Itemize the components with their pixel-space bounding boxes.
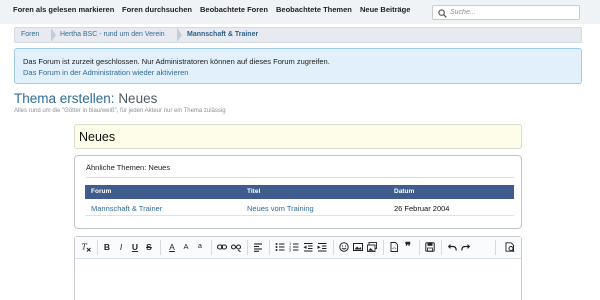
- bullet-list-icon[interactable]: [273, 240, 287, 254]
- row-date: 26 Februar 2004: [394, 204, 450, 213]
- page-title-label: Thema erstellen:: [14, 91, 115, 106]
- toggle-bbcode-icon[interactable]: [503, 240, 517, 254]
- page-title: Thema erstellen: Neues: [14, 91, 157, 106]
- font-size-button[interactable]: A: [179, 240, 193, 254]
- italic-button[interactable]: I: [114, 240, 128, 254]
- svg-text:T: T: [82, 243, 88, 252]
- toolbar-separator: [211, 240, 212, 255]
- watched-threads-link[interactable]: Beobachtete Themen: [276, 5, 352, 14]
- code-icon[interactable]: <>: [387, 240, 401, 254]
- page-title-forum: Neues: [118, 91, 158, 106]
- underline-button[interactable]: U: [128, 240, 142, 254]
- thread-title-input[interactable]: [74, 124, 522, 149]
- image-icon[interactable]: [351, 240, 365, 254]
- toolbar-separator: [247, 240, 248, 255]
- svg-text:<>: <>: [392, 246, 397, 251]
- search-icon: [438, 9, 447, 18]
- quote-button[interactable]: ❞: [401, 240, 415, 254]
- indent-icon[interactable]: [315, 240, 329, 254]
- clear-formatting-icon[interactable]: T: [79, 240, 93, 254]
- breadcrumb-separator: [51, 28, 56, 42]
- undo-icon[interactable]: [445, 240, 459, 254]
- column-header-forum: Forum: [91, 188, 112, 195]
- forum-description: Alles rund um die "Götter in blau/weiß",…: [14, 108, 226, 114]
- link-icon[interactable]: [215, 240, 229, 254]
- similar-threads-box: Ähnliche Themen: Neues Forum Titel Datum…: [74, 155, 522, 229]
- column-header-title: Titel: [247, 188, 261, 195]
- breadcrumb-separator: [177, 28, 182, 42]
- toolbar-separator: [97, 240, 98, 255]
- font-color-button[interactable]: A: [165, 240, 179, 254]
- divider: [86, 177, 514, 178]
- unlink-icon[interactable]: [229, 240, 243, 254]
- reactivate-forum-link[interactable]: Das Forum in der Administration wieder a…: [23, 68, 188, 77]
- breadcrumb-current[interactable]: Mannschaft & Trainer: [187, 31, 258, 38]
- search-box: [432, 5, 580, 20]
- toolbar-separator: [383, 240, 384, 255]
- strikethrough-button[interactable]: S: [142, 240, 156, 254]
- search-input[interactable]: [450, 7, 575, 18]
- align-icon[interactable]: [251, 240, 265, 254]
- toolbar-separator: [419, 240, 420, 255]
- column-header-date: Datum: [394, 188, 415, 195]
- outdent-icon[interactable]: [301, 240, 315, 254]
- toolbar-separator: [441, 240, 442, 255]
- toolbar-separator: [160, 240, 161, 255]
- save-draft-icon[interactable]: [423, 240, 437, 254]
- forum-closed-notice: Das Forum ist zurzeit geschlossen. Nur A…: [14, 48, 582, 84]
- smiley-icon[interactable]: [337, 240, 351, 254]
- numbered-list-icon[interactable]: 123: [287, 240, 301, 254]
- similar-threads-header: Forum Titel Datum: [85, 185, 514, 199]
- message-editor: T B I U S A A a 123 <> ❞: [74, 236, 522, 300]
- svg-text:3: 3: [289, 249, 291, 252]
- notice-text: Das Forum ist zurzeit geschlossen. Nur A…: [23, 57, 330, 66]
- breadcrumb-forums[interactable]: Foren: [21, 31, 39, 38]
- new-posts-link[interactable]: Neue Beiträge: [360, 5, 410, 14]
- table-row: Mannschaft & Trainer Neues vom Training …: [85, 202, 514, 216]
- mark-forums-read-link[interactable]: Foren als gelesen markieren: [13, 5, 114, 14]
- toolbar-separator: [495, 240, 496, 255]
- breadcrumb-hertha-bsc[interactable]: Hertha BSC - rund um den Verein: [60, 31, 165, 38]
- similar-threads-heading: Ähnliche Themen: Neues: [86, 163, 171, 172]
- redo-icon[interactable]: [459, 240, 473, 254]
- bold-button[interactable]: B: [100, 240, 114, 254]
- gallery-icon[interactable]: [365, 240, 379, 254]
- toolbar-separator: [269, 240, 270, 255]
- row-forum-link[interactable]: Mannschaft & Trainer: [91, 204, 162, 213]
- toolbar-separator: [333, 240, 334, 255]
- editor-toolbar: T B I U S A A a 123 <> ❞: [75, 237, 521, 259]
- search-forums-link[interactable]: Foren durchsuchen: [122, 5, 192, 14]
- font-family-button[interactable]: a: [193, 240, 207, 254]
- watched-forums-link[interactable]: Beobachtete Foren: [200, 5, 268, 14]
- row-title-link[interactable]: Neues vom Training: [247, 204, 314, 213]
- top-navigation: Foren als gelesen markieren Foren durchs…: [0, 0, 600, 24]
- breadcrumb: Foren Hertha BSC - rund um den Verein Ma…: [14, 27, 582, 43]
